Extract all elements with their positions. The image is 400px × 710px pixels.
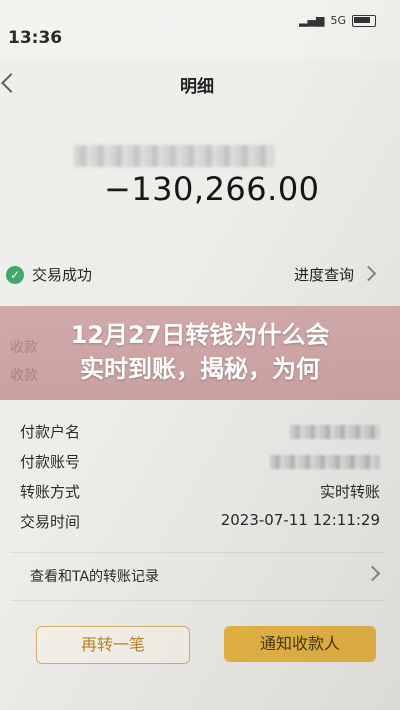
detail-row-transfer-method: 转账方式 实时转账 <box>20 481 380 505</box>
progress-query-link[interactable]: 进度查询 <box>294 264 354 285</box>
transfer-history-link[interactable]: 查看和TA的转账记录 <box>30 565 382 590</box>
detail-row-transaction-time: 交易时间 2023-07-11 12:11:29 <box>20 511 380 535</box>
page-title: 明细 <box>180 77 214 97</box>
chevron-right-icon <box>364 565 381 582</box>
detail-label: 交易时间 <box>20 513 81 531</box>
blurred-value <box>270 455 380 469</box>
check-circle-icon: ✓ <box>6 266 24 284</box>
detail-value: 2023-07-11 12:11:29 <box>220 511 380 529</box>
battery-icon <box>352 14 376 27</box>
headline-line-2: 实时到账，揭秘，为何 <box>80 355 320 383</box>
divider <box>10 552 384 553</box>
detail-label: 转账方式 <box>20 483 81 501</box>
headline-line-1: 12月27日转钱为什么会 <box>70 321 330 349</box>
status-icons: ▂▄▆ 5G <box>299 14 376 27</box>
headline-text: 12月27日转钱为什么会 实时到账，揭秘，为何 <box>0 318 400 386</box>
signal-icon: ▂▄▆ <box>299 14 325 27</box>
status-text: 交易成功 <box>32 266 93 284</box>
status-time: 13:36 <box>8 28 63 48</box>
status-bar: 13:36 ▂▄▆ 5G <box>0 0 400 60</box>
transaction-status-row: ✓ 交易成功 进度查询 <box>6 264 380 290</box>
detail-row-payer-name: 付款户名 <box>20 421 380 445</box>
notify-payee-button[interactable]: 通知收款人 <box>224 626 376 662</box>
detail-row-payer-account: 付款账号 <box>20 451 380 475</box>
chevron-right-icon <box>360 265 377 282</box>
transaction-amount: −130,266.00 <box>104 170 320 208</box>
detail-label: 付款户名 <box>20 423 81 441</box>
transfer-again-button[interactable]: 再转一笔 <box>36 626 190 664</box>
blurred-payee-name <box>74 145 274 167</box>
history-link-label: 查看和TA的转账记录 <box>30 569 160 585</box>
network-label: 5G <box>330 14 346 27</box>
divider <box>10 600 384 601</box>
detail-label: 付款账号 <box>20 453 81 471</box>
detail-value: 实时转账 <box>319 483 380 501</box>
blurred-value <box>290 425 380 439</box>
